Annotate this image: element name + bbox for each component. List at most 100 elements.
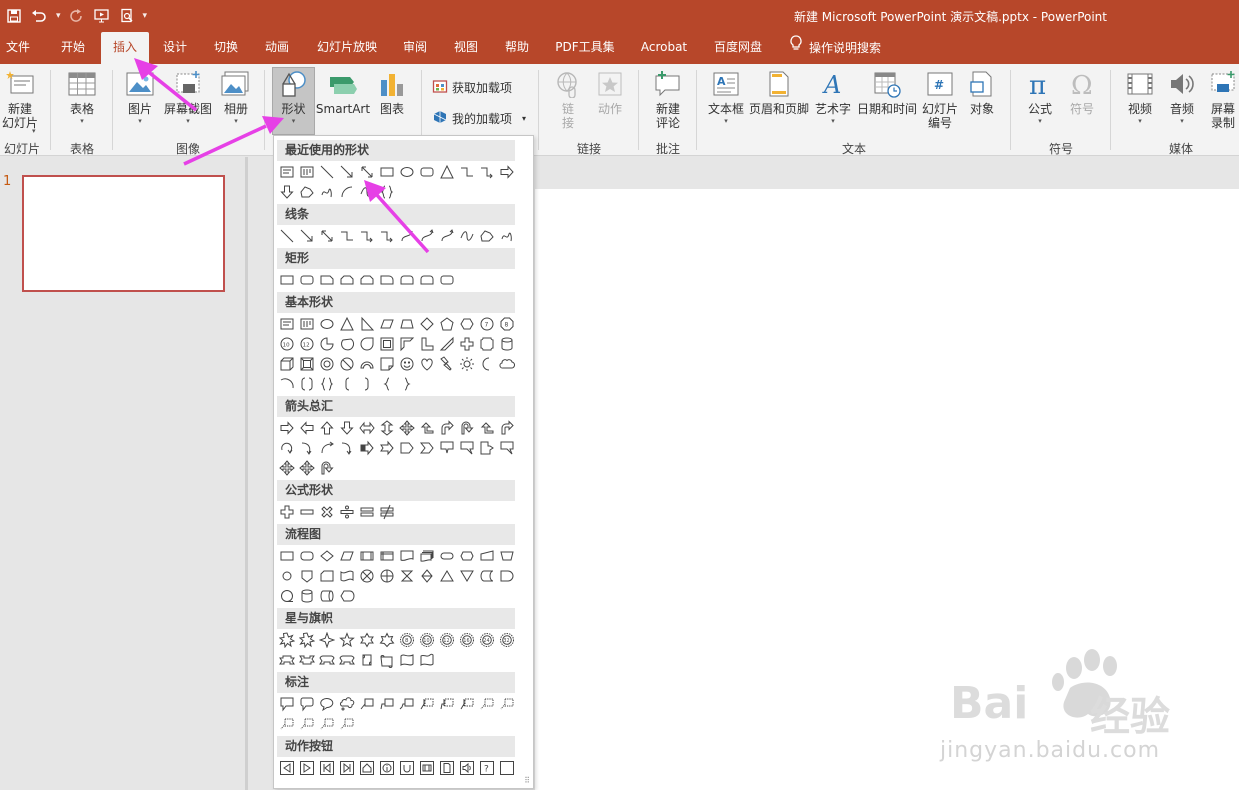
customize-qat-icon[interactable]: ▾	[143, 11, 148, 21]
tab-pdf-tools[interactable]: PDF工具集	[553, 32, 617, 64]
recent-shapes-shape-icon[interactable]	[297, 162, 317, 182]
tab-transitions[interactable]: 切换	[211, 32, 241, 64]
action-buttons-shape-icon[interactable]	[397, 758, 417, 778]
equation-shapes-shape-icon[interactable]	[317, 502, 337, 522]
my-addins-button[interactable]: 我的加载项 ▾	[432, 109, 526, 128]
block-arrows-shape-icon[interactable]	[377, 418, 397, 438]
stars-banners-shape-icon[interactable]	[297, 650, 317, 670]
action-buttons-shape-icon[interactable]	[337, 758, 357, 778]
flowchart-shape-icon[interactable]	[297, 566, 317, 586]
flowchart-shape-icon[interactable]	[277, 546, 297, 566]
callouts-shape-icon[interactable]	[317, 714, 337, 734]
tell-me-search[interactable]: 操作说明搜索	[789, 32, 881, 64]
flowchart-shape-icon[interactable]	[457, 546, 477, 566]
action-buttons-shape-icon[interactable]	[317, 758, 337, 778]
basic-shapes-shape-icon[interactable]	[357, 354, 377, 374]
block-arrows-shape-icon[interactable]	[337, 418, 357, 438]
lines-shape-icon[interactable]	[357, 226, 377, 246]
stars-banners-shape-icon[interactable]	[357, 630, 377, 650]
chart-button[interactable]: 图表	[370, 68, 414, 117]
tab-file[interactable]: 文件	[4, 32, 32, 64]
screen-recording-button[interactable]: 屏幕 录制	[1204, 68, 1239, 130]
tab-slideshow[interactable]: 幻灯片放映	[314, 32, 380, 64]
basic-shapes-shape-icon[interactable]	[457, 334, 477, 354]
recent-shapes-shape-icon[interactable]	[297, 182, 317, 202]
recent-shapes-shape-icon[interactable]	[277, 162, 297, 182]
lines-shape-icon[interactable]	[497, 226, 517, 246]
callouts-shape-icon[interactable]	[317, 694, 337, 714]
stars-banners-shape-icon[interactable]	[317, 650, 337, 670]
flowchart-shape-icon[interactable]	[297, 546, 317, 566]
stars-banners-shape-icon[interactable]	[277, 650, 297, 670]
basic-shapes-shape-icon[interactable]	[397, 314, 417, 334]
flowchart-shape-icon[interactable]	[297, 586, 317, 606]
flowchart-shape-icon[interactable]	[337, 566, 357, 586]
undo-dropdown-icon[interactable]: ▾	[56, 11, 61, 21]
block-arrows-shape-icon[interactable]	[417, 438, 437, 458]
tab-acrobat[interactable]: Acrobat	[638, 32, 690, 64]
basic-shapes-shape-icon[interactable]	[417, 334, 437, 354]
callouts-shape-icon[interactable]	[457, 694, 477, 714]
get-addins-button[interactable]: 获取加载项	[432, 78, 512, 97]
callouts-shape-icon[interactable]	[397, 694, 417, 714]
recent-shapes-shape-icon[interactable]	[277, 182, 297, 202]
equation-shapes-shape-icon[interactable]	[337, 502, 357, 522]
lines-shape-icon[interactable]	[297, 226, 317, 246]
basic-shapes-shape-icon[interactable]: 7	[477, 314, 497, 334]
stars-banners-shape-icon[interactable]	[337, 650, 357, 670]
block-arrows-shape-icon[interactable]	[477, 418, 497, 438]
block-arrows-shape-icon[interactable]	[497, 418, 517, 438]
flowchart-shape-icon[interactable]	[317, 586, 337, 606]
action-buttons-shape-icon[interactable]	[357, 758, 377, 778]
lines-shape-icon[interactable]	[317, 226, 337, 246]
stars-banners-shape-icon[interactable]	[377, 630, 397, 650]
stars-banners-shape-icon[interactable]: 24	[477, 630, 497, 650]
video-button[interactable]: 视频 ▾	[1118, 68, 1162, 125]
stars-banners-shape-icon[interactable]	[357, 650, 377, 670]
recent-shapes-shape-icon[interactable]	[477, 162, 497, 182]
block-arrows-shape-icon[interactable]	[277, 418, 297, 438]
recent-shapes-shape-icon[interactable]	[357, 182, 377, 202]
recent-shapes-shape-icon[interactable]	[497, 162, 517, 182]
block-arrows-shape-icon[interactable]	[277, 438, 297, 458]
slide-number-button[interactable]: # 幻灯片 编号	[918, 68, 962, 130]
tab-view[interactable]: 视图	[451, 32, 481, 64]
stars-banners-shape-icon[interactable]: 16	[457, 630, 477, 650]
block-arrows-shape-icon[interactable]	[397, 438, 417, 458]
basic-shapes-shape-icon[interactable]	[437, 334, 457, 354]
action-buttons-shape-icon[interactable]	[297, 758, 317, 778]
block-arrows-shape-icon[interactable]	[337, 438, 357, 458]
lines-shape-icon[interactable]	[437, 226, 457, 246]
flowchart-shape-icon[interactable]	[497, 546, 517, 566]
rectangles-shape-icon[interactable]	[277, 270, 297, 290]
stars-banners-shape-icon[interactable]	[417, 650, 437, 670]
lines-shape-icon[interactable]	[457, 226, 477, 246]
basic-shapes-shape-icon[interactable]	[317, 314, 337, 334]
flowchart-shape-icon[interactable]	[397, 566, 417, 586]
action-buttons-shape-icon[interactable]	[437, 758, 457, 778]
tab-insert[interactable]: 插入	[101, 32, 149, 64]
audio-button[interactable]: 音频 ▾	[1160, 68, 1204, 125]
basic-shapes-shape-icon[interactable]	[397, 354, 417, 374]
basic-shapes-shape-icon[interactable]	[357, 314, 377, 334]
stars-banners-shape-icon[interactable]	[397, 650, 417, 670]
basic-shapes-shape-icon[interactable]	[317, 334, 337, 354]
basic-shapes-shape-icon[interactable]	[337, 354, 357, 374]
flowchart-shape-icon[interactable]	[317, 546, 337, 566]
basic-shapes-shape-icon[interactable]	[437, 314, 457, 334]
lines-shape-icon[interactable]	[277, 226, 297, 246]
stars-banners-shape-icon[interactable]: 8	[397, 630, 417, 650]
block-arrows-shape-icon[interactable]	[357, 438, 377, 458]
flowchart-shape-icon[interactable]	[337, 546, 357, 566]
callouts-shape-icon[interactable]	[497, 694, 517, 714]
callouts-shape-icon[interactable]	[297, 694, 317, 714]
lines-shape-icon[interactable]	[337, 226, 357, 246]
basic-shapes-shape-icon[interactable]	[397, 334, 417, 354]
callouts-shape-icon[interactable]	[377, 694, 397, 714]
stars-banners-shape-icon[interactable]	[277, 630, 297, 650]
tab-home[interactable]: 开始	[56, 32, 90, 64]
lines-shape-icon[interactable]	[477, 226, 497, 246]
recent-shapes-shape-icon[interactable]	[337, 162, 357, 182]
flowchart-shape-icon[interactable]	[497, 566, 517, 586]
flowchart-shape-icon[interactable]	[397, 546, 417, 566]
